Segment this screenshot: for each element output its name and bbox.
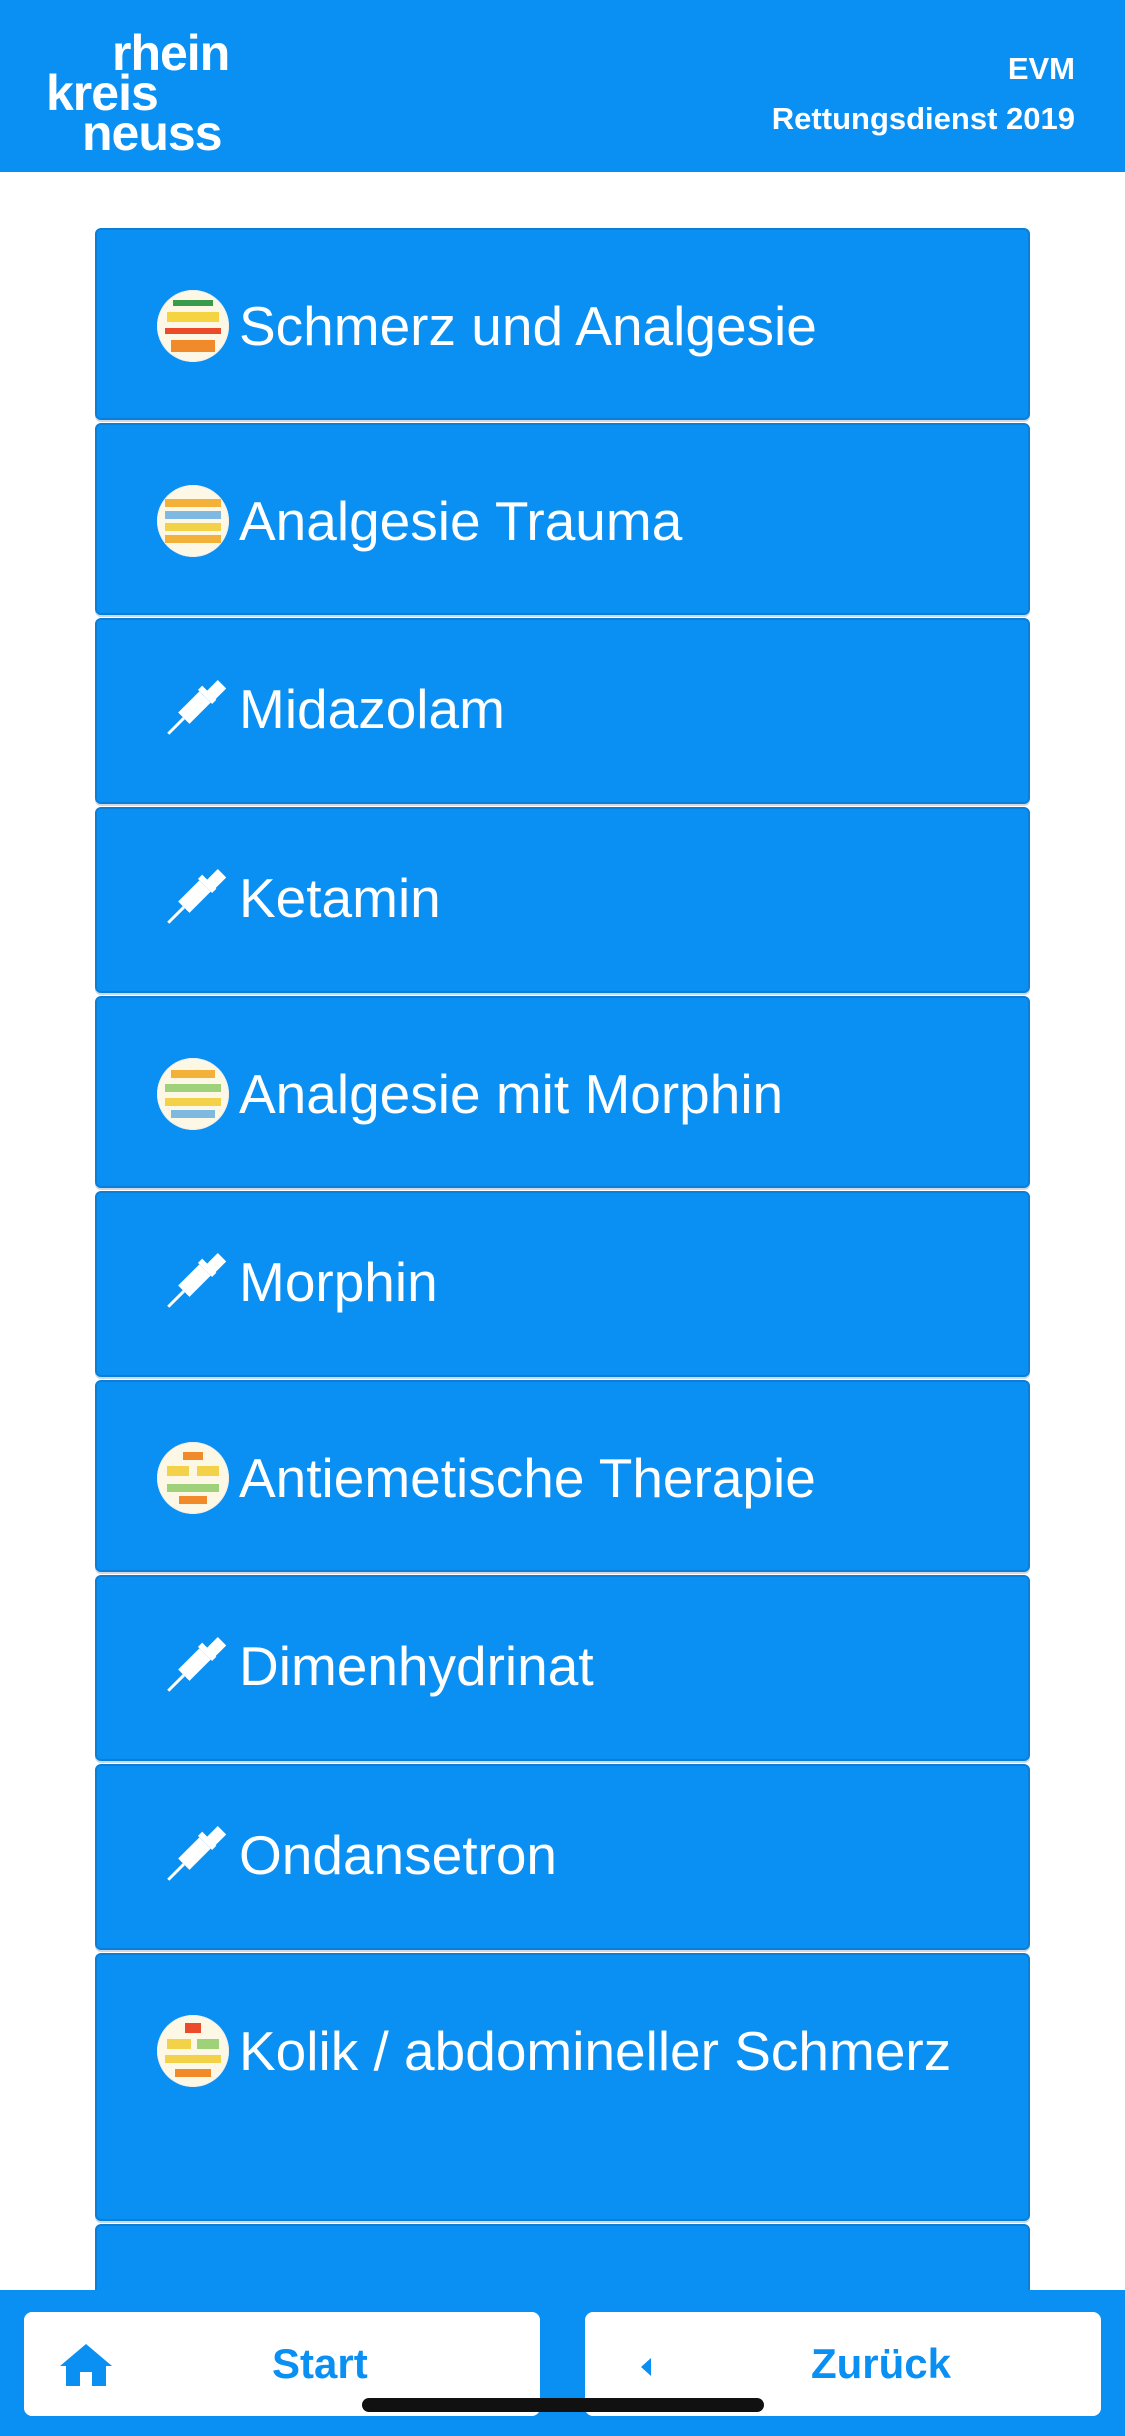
home-indicator	[362, 2398, 764, 2412]
syringe-icon	[167, 1637, 227, 1693]
list-item-label: Kolik / abdomineller Schmerz	[239, 2020, 952, 2082]
list-item-analgesie-trauma[interactable]: Analgesie Trauma	[95, 423, 1030, 615]
list-item-label: Ketamin	[239, 867, 441, 929]
syringe-icon	[167, 1253, 227, 1309]
list-item-label: Antiemetische Therapie	[239, 1447, 816, 1509]
start-button-label: Start	[272, 2340, 368, 2387]
syringe-icon	[167, 1826, 227, 1882]
list-item-ondansetron[interactable]: Ondansetron	[95, 1764, 1030, 1950]
list-item-label: Ondansetron	[239, 1824, 557, 1886]
list-item-partial[interactable]	[95, 2224, 1030, 2290]
back-button-label: Zurück	[811, 2340, 952, 2387]
topic-list: Schmerz und Analgesie Analgesie Trauma M…	[95, 228, 1030, 2290]
flowchart-thumbnail-icon	[157, 1442, 229, 1515]
header-title-line-2: Rettungsdienst 2019	[771, 101, 1075, 136]
list-item-midazolam[interactable]: Midazolam	[95, 618, 1030, 804]
rhein-kreis-neuss-logo: rhein kreis neuss	[46, 22, 266, 158]
flowchart-thumbnail-icon	[157, 2015, 229, 2088]
list-item-dimenhydrinat[interactable]: Dimenhydrinat	[95, 1575, 1030, 1761]
list-item-kolik-abdomineller-schmerz[interactable]: Kolik / abdomineller Schmerz	[95, 1953, 1030, 2221]
syringe-icon	[167, 680, 227, 736]
flowchart-thumbnail-icon	[157, 485, 229, 558]
home-icon	[60, 2344, 112, 2386]
list-item-analgesie-mit-morphin[interactable]: Analgesie mit Morphin	[95, 996, 1030, 1188]
flowchart-thumbnail-icon	[157, 1058, 229, 1131]
list-item-schmerz-und-analgesie[interactable]: Schmerz und Analgesie	[95, 228, 1030, 420]
list-item-label: Analgesie mit Morphin	[239, 1063, 784, 1125]
header-title: EVM Rettungsdienst 2019	[772, 44, 1075, 144]
list-item-antiemetische-therapie[interactable]: Antiemetische Therapie	[95, 1380, 1030, 1572]
list-item-label: Dimenhydrinat	[239, 1635, 594, 1697]
list-item-morphin[interactable]: Morphin	[95, 1191, 1030, 1377]
syringe-icon	[167, 869, 227, 925]
list-item-label: Schmerz und Analgesie	[239, 295, 817, 357]
list-item-label: Midazolam	[239, 678, 505, 740]
header-title-line-1: EVM	[1007, 51, 1075, 86]
chevron-left-icon	[641, 2358, 651, 2376]
logo-line-3: neuss	[82, 105, 223, 161]
list-item-label: Morphin	[239, 1251, 438, 1313]
list-item-ketamin[interactable]: Ketamin	[95, 807, 1030, 993]
app-header: rhein kreis neuss EVM Rettungsdienst 201…	[0, 0, 1125, 172]
bottom-toolbar: Start Zurück	[0, 2290, 1125, 2436]
list-item-label: Analgesie Trauma	[239, 490, 683, 552]
flowchart-thumbnail-icon	[157, 290, 229, 363]
